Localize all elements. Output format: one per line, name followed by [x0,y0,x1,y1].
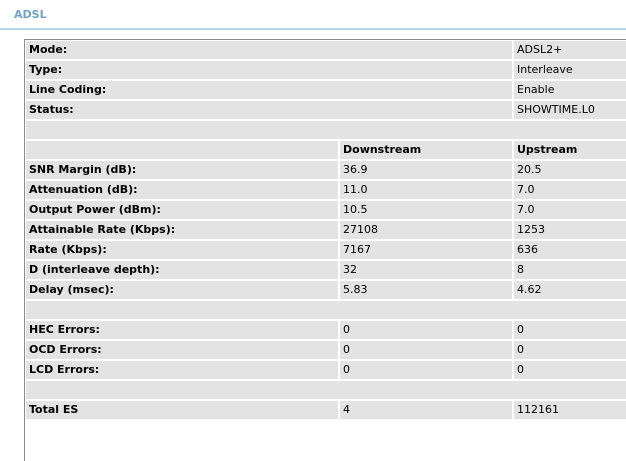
section-title: ADSL [14,8,47,21]
stat-downstream: 10.5 [340,201,512,219]
error-upstream: 0 [514,341,626,359]
stat-row-delay: Delay (msec): 5.83 4.62 [26,281,626,299]
section-header: ADSL [0,0,626,30]
stat-label: Attenuation (dB): [26,181,338,199]
stat-label: Rate (Kbps): [26,241,338,259]
stat-downstream: 36.9 [340,161,512,179]
stat-upstream: 7.0 [514,201,626,219]
info-label: Line Coding: [26,81,512,99]
spacer-row [26,381,626,399]
spacer-cell [26,381,626,399]
total-row-es: Total ES 4 112161 [26,401,626,419]
error-downstream: 0 [340,321,512,339]
info-label: Type: [26,61,512,79]
adsl-status-table-container: Mode: ADSL2+ Type: Interleave Line Codin… [24,39,626,461]
error-row-ocd: OCD Errors: 0 0 [26,341,626,359]
stat-downstream: 5.83 [340,281,512,299]
error-label: LCD Errors: [26,361,338,379]
error-row-hec: HEC Errors: 0 0 [26,321,626,339]
spacer-cell [26,121,626,139]
spacer-cell [26,301,626,319]
info-label: Status: [26,101,512,119]
stat-row-output-power: Output Power (dBm): 10.5 7.0 [26,201,626,219]
stat-upstream: 8 [514,261,626,279]
error-row-lcd: LCD Errors: 0 0 [26,361,626,379]
stat-downstream: 7167 [340,241,512,259]
stat-row-attainable-rate: Attainable Rate (Kbps): 27108 1253 [26,221,626,239]
info-value: Enable [514,81,626,99]
spacer-row [26,301,626,319]
info-row-status: Status: SHOWTIME.L0 [26,101,626,119]
stat-downstream: 11.0 [340,181,512,199]
info-row-mode: Mode: ADSL2+ [26,41,626,59]
stat-upstream: 20.5 [514,161,626,179]
column-header-downstream: Downstream [340,141,512,159]
stat-row-interleave-depth: D (interleave depth): 32 8 [26,261,626,279]
stat-label: SNR Margin (dB): [26,161,338,179]
adsl-status-page: ADSL Mode: ADSL2+ Type: Interleave Line … [0,0,626,461]
stat-label: Attainable Rate (Kbps): [26,221,338,239]
total-downstream: 4 [340,401,512,419]
info-value: Interleave [514,61,626,79]
total-upstream: 112161 [514,401,626,419]
column-header-empty [26,141,338,159]
stat-row-snr-margin: SNR Margin (dB): 36.9 20.5 [26,161,626,179]
error-downstream: 0 [340,361,512,379]
error-upstream: 0 [514,361,626,379]
stat-row-rate: Rate (Kbps): 7167 636 [26,241,626,259]
error-label: HEC Errors: [26,321,338,339]
stat-downstream: 27108 [340,221,512,239]
error-label: OCD Errors: [26,341,338,359]
error-downstream: 0 [340,341,512,359]
spacer-row [26,121,626,139]
info-value: ADSL2+ [514,41,626,59]
adsl-status-table: Mode: ADSL2+ Type: Interleave Line Codin… [25,40,626,421]
column-header-upstream: Upstream [514,141,626,159]
stat-upstream: 7.0 [514,181,626,199]
info-value: SHOWTIME.L0 [514,101,626,119]
stat-upstream: 4.62 [514,281,626,299]
total-label: Total ES [26,401,338,419]
info-label: Mode: [26,41,512,59]
stat-upstream: 1253 [514,221,626,239]
info-row-type: Type: Interleave [26,61,626,79]
stat-label: Output Power (dBm): [26,201,338,219]
stat-upstream: 636 [514,241,626,259]
column-header-row: Downstream Upstream [26,141,626,159]
stat-downstream: 32 [340,261,512,279]
stat-label: D (interleave depth): [26,261,338,279]
stat-label: Delay (msec): [26,281,338,299]
stat-row-attenuation: Attenuation (dB): 11.0 7.0 [26,181,626,199]
info-row-line-coding: Line Coding: Enable [26,81,626,99]
error-upstream: 0 [514,321,626,339]
